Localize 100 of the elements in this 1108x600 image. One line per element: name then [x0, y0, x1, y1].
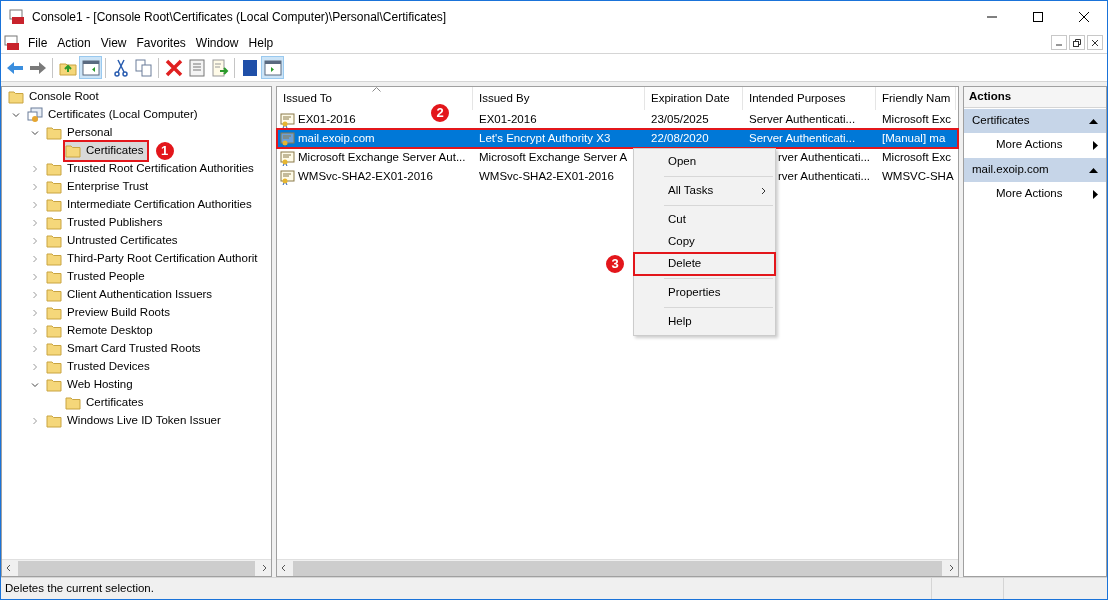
table-cell-text: 23/05/2025: [651, 111, 709, 127]
context-menu-item[interactable]: Help: [634, 311, 775, 333]
table-cell-text: Server Authenticati...: [749, 130, 856, 146]
folder-icon: [65, 396, 81, 410]
menu-item[interactable]: View: [96, 33, 131, 52]
collapse-triangle-icon: [1089, 167, 1098, 173]
menu-item[interactable]: Action: [53, 33, 95, 52]
table-cell-text: WMSvc-SHA2-EX01-2016: [298, 168, 433, 184]
tree-item[interactable]: Certificates (Local Computer): [27, 106, 201, 124]
step-number-badge: 2: [429, 102, 451, 124]
tree-item[interactable]: Smart Card Trusted Roots: [46, 340, 204, 358]
collapse-chevron-icon[interactable]: [31, 381, 39, 389]
close-icon: [1091, 38, 1099, 47]
context-menu-item[interactable]: Open: [634, 151, 775, 173]
tree-item[interactable]: Certificates: [65, 394, 147, 412]
folder-icon: [46, 324, 62, 338]
table-cell-text: mail.exoip.com: [298, 130, 375, 146]
column-header[interactable]: Intended Purposes: [743, 87, 876, 110]
collapse-chevron-icon[interactable]: [12, 111, 20, 119]
folder-icon: [8, 90, 24, 104]
folder-icon: [46, 306, 62, 320]
table-cell-text: rver Authenticati...: [778, 149, 871, 165]
submenu-triangle-icon: [1093, 189, 1098, 199]
app-icon: [9, 8, 25, 25]
tree-item[interactable]: Console Root: [8, 88, 102, 106]
folder-icon: [46, 234, 62, 248]
action-link[interactable]: More Actions: [964, 133, 1106, 157]
folder-icon: [46, 360, 62, 374]
close-icon: [1079, 11, 1089, 22]
folder-icon: [46, 414, 62, 428]
sort-ascending-icon: [372, 87, 381, 92]
table-cell-text: Server Authenticati...: [749, 111, 856, 127]
table-cell-text: 22/08/2020: [651, 130, 709, 146]
table-cell-text: Microsoft Exc: [882, 149, 951, 165]
certificate-icon: [280, 130, 296, 147]
folder-icon: [65, 144, 81, 158]
folder-icon: [46, 378, 62, 392]
folder-icon: [46, 198, 62, 212]
table-cell-text: rver Authenticati...: [778, 168, 871, 184]
tree-item[interactable]: Certificates: [65, 142, 147, 160]
table-cell-text: WMSVC-SHA: [882, 168, 954, 184]
actions-section-header[interactable]: mail.exoip.com: [964, 158, 1106, 182]
menu-item[interactable]: Help: [244, 33, 278, 52]
action-link[interactable]: More Actions: [964, 182, 1106, 206]
folder-icon: [46, 216, 62, 230]
column-header[interactable]: Expiration Date: [645, 87, 743, 110]
context-menu-item[interactable]: Properties: [634, 282, 775, 304]
tree-item[interactable]: Windows Live ID Token Issuer: [46, 412, 224, 430]
app-icon[interactable]: [4, 34, 20, 51]
menu-item[interactable]: Favorites: [132, 33, 190, 52]
certificate-icon: [280, 168, 296, 185]
table-row[interactable]: mail.exoip.com Let's Encrypt Authority X3 22/08/2020 Server Authenticati... [Manual] ma: [277, 129, 958, 148]
tree-item[interactable]: Enterprise Trust: [46, 178, 152, 196]
horizontal-scrollbar[interactable]: [2, 559, 271, 576]
tree-item[interactable]: Untrusted Certificates: [46, 232, 181, 250]
certificate-console-icon: [27, 107, 43, 123]
tree-item[interactable]: Web Hosting: [46, 376, 136, 394]
document-restore-button[interactable]: [1069, 35, 1085, 50]
folder-icon: [46, 126, 62, 140]
table-cell-text: Microsoft Exchange Server A: [479, 149, 628, 165]
context-menu-item[interactable]: Delete: [634, 253, 775, 275]
horizontal-scrollbar[interactable]: [277, 559, 958, 576]
folder-icon: [46, 288, 62, 302]
table-cell-text: Microsoft Exc: [882, 111, 951, 127]
actions-section-header[interactable]: Certificates: [964, 109, 1106, 133]
tree-item[interactable]: Third-Party Root Certification Authorit: [46, 250, 261, 268]
folder-icon: [46, 180, 62, 194]
tree-item[interactable]: Trusted People: [46, 268, 148, 286]
step-number-badge: 1: [153, 140, 176, 162]
context-menu-item[interactable]: All Tasks: [634, 180, 775, 202]
tree-item[interactable]: Intermediate Certification Authorities: [46, 196, 255, 214]
certificate-icon: [280, 111, 296, 128]
tree-item[interactable]: Preview Build Roots: [46, 304, 173, 322]
column-header[interactable]: Issued By: [473, 87, 645, 110]
table-cell-text: EX01-2016: [479, 111, 537, 127]
submenu-triangle-icon: [1093, 140, 1098, 150]
tree-item[interactable]: Client Authentication Issuers: [46, 286, 216, 304]
tree-item[interactable]: Trusted Root Certification Authorities: [46, 160, 257, 178]
context-menu-item[interactable]: Copy: [634, 231, 775, 253]
status-text: Deletes the current selection.: [4, 580, 155, 596]
table-cell-text: WMSvc-SHA2-EX01-2016: [479, 168, 614, 184]
menu-item[interactable]: Window: [191, 33, 243, 52]
tree-item[interactable]: Trusted Devices: [46, 358, 153, 376]
tree-item[interactable]: Personal: [46, 124, 116, 142]
column-header[interactable]: Friendly Nam: [876, 87, 956, 110]
table-cell-text: Microsoft Exchange Server Aut...: [298, 149, 466, 165]
collapse-chevron-icon[interactable]: [31, 129, 39, 137]
folder-icon: [46, 270, 62, 284]
restore-icon: [1073, 38, 1081, 47]
collapse-triangle-icon: [1089, 118, 1098, 124]
menu-item[interactable]: File: [24, 33, 52, 52]
tree-item[interactable]: Trusted Publishers: [46, 214, 166, 232]
folder-icon: [46, 162, 62, 176]
tree-item[interactable]: Remote Desktop: [46, 322, 156, 340]
context-menu-item[interactable]: Cut: [634, 209, 775, 231]
table-cell-text: Let's Encrypt Authority X3: [479, 130, 611, 146]
folder-icon: [46, 342, 62, 356]
folder-icon: [46, 252, 62, 266]
document-close-button[interactable]: [1087, 35, 1103, 50]
table-cell-text: EX01-2016: [298, 111, 356, 127]
